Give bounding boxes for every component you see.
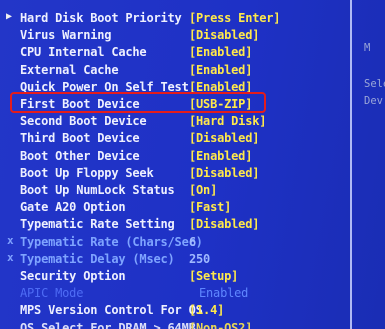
setting-row[interactable]: APIC Mode Enabled	[0, 286, 350, 303]
setting-value[interactable]: [Fast]	[189, 200, 231, 214]
setting-value: 250	[189, 251, 211, 266]
setting-value[interactable]: [Disabled]	[189, 28, 259, 42]
setting-label: Gate A20 Option	[20, 200, 126, 215]
setting-label: Typematic Rate Setting	[20, 217, 175, 232]
setting-value: 6	[189, 234, 197, 249]
setting-value[interactable]: [Enabled]	[189, 45, 252, 59]
setting-label: Boot Up NumLock Status	[20, 183, 175, 197]
setting-row[interactable]: CPU Internal Cache [Enabled]	[0, 45, 350, 62]
setting-value[interactable]: [Disabled]	[189, 217, 259, 231]
setting-label: Third Boot Device	[20, 131, 140, 146]
setting-row[interactable]: MPS Version Control For OS [1.4]	[0, 303, 350, 320]
setting-label: Security Option	[20, 269, 126, 283]
setting-label: Virus Warning	[20, 28, 112, 43]
disabled-marker-icon: x	[7, 233, 14, 247]
bios-screen: ▶ Hard Disk Boot Priority [Press Enter] Vir…	[0, 0, 385, 329]
setting-row[interactable]: Third Boot Device [Disabled]	[0, 131, 350, 148]
setting-label: External Cache	[20, 62, 119, 77]
panel-divider	[350, 0, 352, 329]
selected-item-highlight	[10, 92, 266, 113]
setting-value[interactable]: [Setup]	[189, 269, 238, 283]
submenu-arrow-icon: ▶	[6, 11, 12, 22]
setting-value[interactable]: [Hard Disk]	[189, 114, 266, 128]
setting-value[interactable]: [1.4]	[189, 303, 224, 317]
help-hint-line-1: Sele	[364, 77, 385, 91]
setting-row[interactable]: Security Option [Setup]	[0, 269, 350, 286]
disabled-marker-icon: x	[7, 250, 14, 264]
setting-row[interactable]: Boot Up Floppy Seek [Disabled]	[0, 166, 350, 183]
setting-row[interactable]: Gate A20 Option [Fast]	[0, 200, 350, 217]
help-top-text: M	[364, 41, 371, 55]
setting-value[interactable]: [Press Enter]	[189, 11, 281, 25]
setting-label: OS Select For DRAM > 64MB	[20, 320, 196, 329]
setting-row[interactable]: Boot Other Device [Enabled]	[0, 149, 350, 166]
setting-row: x Typematic Delay (Msec) 250	[0, 250, 350, 269]
setting-label: APIC Mode	[20, 286, 84, 301]
setting-label: CPU Internal Cache	[20, 45, 147, 60]
item-help-panel: M Sele Dev	[356, 0, 385, 329]
setting-value[interactable]: [Enabled]	[189, 149, 252, 163]
setting-row[interactable]: Typematic Rate Setting [Disabled]	[0, 217, 350, 234]
setting-value[interactable]: [Disabled]	[189, 166, 259, 180]
setting-row[interactable]: Virus Warning [Disabled]	[0, 28, 350, 45]
setting-label: Typematic Rate (Chars/Sec)	[20, 234, 203, 249]
setting-value[interactable]: [Disabled]	[189, 131, 259, 145]
setting-row[interactable]: OS Select For DRAM > 64MB [Non-OS2]	[0, 321, 350, 329]
setting-row[interactable]: External Cache [Enabled]	[0, 63, 350, 80]
setting-label: Boot Other Device	[20, 148, 140, 163]
setting-label: Hard Disk Boot Priority	[20, 11, 182, 25]
setting-value[interactable]: [Enabled]	[189, 63, 252, 77]
setting-row[interactable]: Second Boot Device [Hard Disk]	[0, 114, 350, 131]
setting-label: MPS Version Control For OS	[20, 303, 203, 318]
setting-label: Boot Up Floppy Seek	[20, 165, 154, 180]
setting-row[interactable]: Boot Up NumLock Status [On]	[0, 183, 350, 200]
setting-value[interactable]: [Non-OS2]	[189, 321, 252, 329]
setting-label: Second Boot Device	[20, 114, 147, 129]
setting-row[interactable]: ▶ Hard Disk Boot Priority [Press Enter]	[0, 11, 350, 28]
setting-value[interactable]: [On]	[189, 183, 217, 197]
setting-row: x Typematic Rate (Chars/Sec) 6	[0, 233, 350, 252]
setting-value[interactable]: Enabled	[199, 286, 248, 300]
help-hint-line-2: Dev	[364, 94, 383, 108]
setting-label: Typematic Delay (Msec)	[20, 251, 175, 266]
